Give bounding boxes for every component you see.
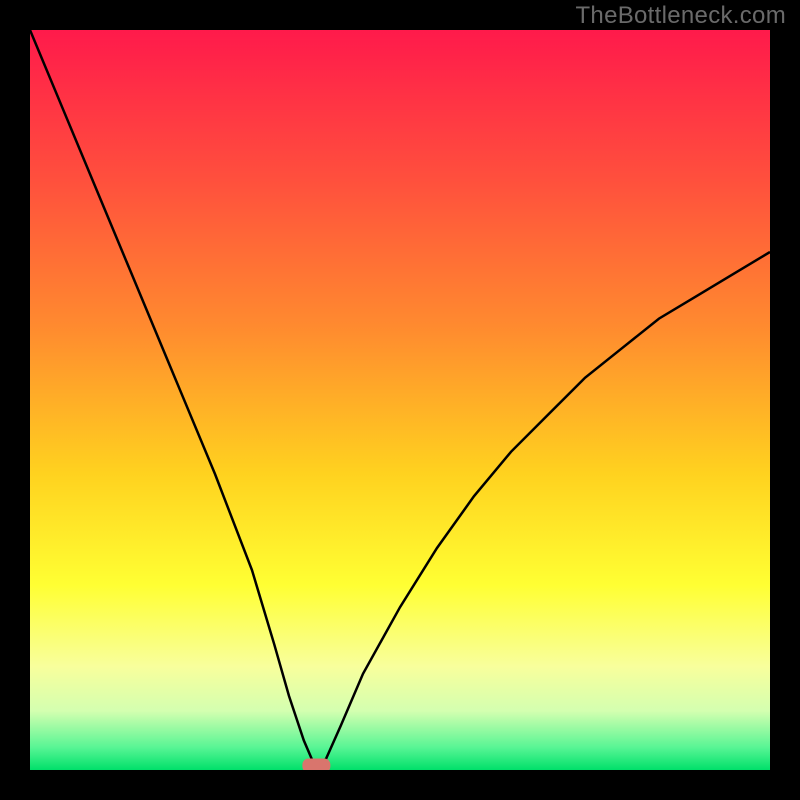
watermark-text: TheBottleneck.com (575, 2, 786, 30)
plot-area (30, 30, 770, 770)
gradient-background (30, 30, 770, 770)
chart-frame: TheBottleneck.com (0, 0, 800, 800)
chart-svg (30, 30, 770, 770)
optimal-marker (302, 759, 330, 770)
